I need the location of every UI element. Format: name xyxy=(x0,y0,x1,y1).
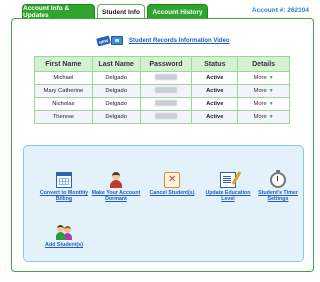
details-cell[interactable]: More ▼ xyxy=(237,84,290,98)
last-name-cell: Delgado xyxy=(91,84,141,98)
table-row: Therese Delgado Active More ▼ xyxy=(34,110,290,124)
col-first-name: First Name xyxy=(34,56,93,72)
status-cell: Active xyxy=(191,84,239,98)
dropdown-arrow-icon[interactable]: ▼ xyxy=(269,88,274,94)
col-password: Password xyxy=(139,56,193,72)
students-table: First Name Last Name Password Status Det… xyxy=(34,56,290,124)
last-name-cell: Delgado xyxy=(91,71,141,85)
stopwatch-icon[interactable] xyxy=(270,170,286,188)
edit-document-icon[interactable] xyxy=(220,172,236,188)
video-icon[interactable]: NEW xyxy=(96,35,125,47)
col-details: Details xyxy=(237,56,290,72)
status-cell: Active xyxy=(191,71,239,85)
table-row: Nicholas Delgado Active More ▼ xyxy=(34,97,290,111)
account-actions-box: Convert to Monthly Billing Make Your Acc… xyxy=(23,145,304,262)
first-name-cell: Michael xyxy=(34,71,93,85)
new-badge: NEW xyxy=(96,35,111,47)
calendar-icon[interactable] xyxy=(56,172,72,188)
action-label[interactable]: Make Your Account Dormant xyxy=(88,190,144,202)
monitor-icon xyxy=(111,36,123,45)
more-link[interactable]: More xyxy=(254,88,267,94)
first-name-cell: Mary Catherine xyxy=(34,84,93,98)
student-timer-settings-button[interactable]: Student's Timer Settings xyxy=(250,170,306,202)
details-cell[interactable]: More ▼ xyxy=(237,71,290,85)
video-row: NEW Student Records Information Video xyxy=(96,35,230,47)
action-label[interactable]: Student's Timer Settings xyxy=(250,190,306,202)
user-icon[interactable] xyxy=(108,172,124,188)
more-link[interactable]: More xyxy=(254,101,267,107)
dropdown-arrow-icon[interactable]: ▼ xyxy=(269,114,274,120)
add-students-button[interactable]: Add Student(s) xyxy=(36,224,92,248)
student-info-panel: NEW Student Records Information Video Fi… xyxy=(11,18,314,272)
last-name-cell: Delgado xyxy=(91,110,141,124)
dropdown-arrow-icon[interactable]: ▼ xyxy=(269,75,274,81)
update-education-level-button[interactable]: Update Education Level xyxy=(200,172,256,202)
dropdown-arrow-icon[interactable]: ▼ xyxy=(269,101,274,107)
add-users-icon[interactable] xyxy=(56,224,72,240)
col-last-name: Last Name xyxy=(91,56,141,72)
student-records-video-link[interactable]: Student Records Information Video xyxy=(129,38,230,44)
password-cell xyxy=(139,97,193,111)
action-label[interactable]: Convert to Monthly Billing xyxy=(36,190,92,202)
last-name-cell: Delgado xyxy=(91,97,141,111)
masked-password xyxy=(154,113,177,119)
more-link[interactable]: More xyxy=(254,114,267,120)
password-cell xyxy=(139,71,193,85)
action-label[interactable]: Add Student(s) xyxy=(36,242,92,248)
table-row: Michael Delgado Active More ▼ xyxy=(34,71,290,85)
masked-password xyxy=(154,87,177,93)
status-cell: Active xyxy=(191,110,239,124)
tab-account-history[interactable]: Account History xyxy=(147,4,208,19)
cancel-students-button[interactable]: Cancel Student(s) xyxy=(144,172,200,196)
tab-bar: Account Info & Updates Student Info Acco… xyxy=(22,4,210,19)
details-cell[interactable]: More ▼ xyxy=(237,110,290,124)
cancel-icon[interactable] xyxy=(164,172,180,188)
password-cell xyxy=(139,84,193,98)
table-header-row: First Name Last Name Password Status Det… xyxy=(34,56,290,72)
tab-student-info[interactable]: Student Info xyxy=(97,4,145,19)
convert-monthly-billing-button[interactable]: Convert to Monthly Billing xyxy=(36,172,92,202)
more-link[interactable]: More xyxy=(254,75,267,81)
details-cell[interactable]: More ▼ xyxy=(237,97,290,111)
first-name-cell: Nicholas xyxy=(34,97,93,111)
col-status: Status xyxy=(191,56,239,72)
action-label[interactable]: Cancel Student(s) xyxy=(144,190,200,196)
table-row: Mary Catherine Delgado Active More ▼ xyxy=(34,84,290,98)
account-number: Account #: 262104 xyxy=(251,7,309,14)
make-account-dormant-button[interactable]: Make Your Account Dormant xyxy=(88,172,144,202)
masked-password xyxy=(154,74,177,80)
status-cell: Active xyxy=(191,97,239,111)
action-label[interactable]: Update Education Level xyxy=(200,190,256,202)
password-cell xyxy=(139,110,193,124)
first-name-cell: Therese xyxy=(34,110,93,124)
tab-account-info-updates[interactable]: Account Info & Updates xyxy=(22,4,95,19)
masked-password xyxy=(154,100,177,106)
